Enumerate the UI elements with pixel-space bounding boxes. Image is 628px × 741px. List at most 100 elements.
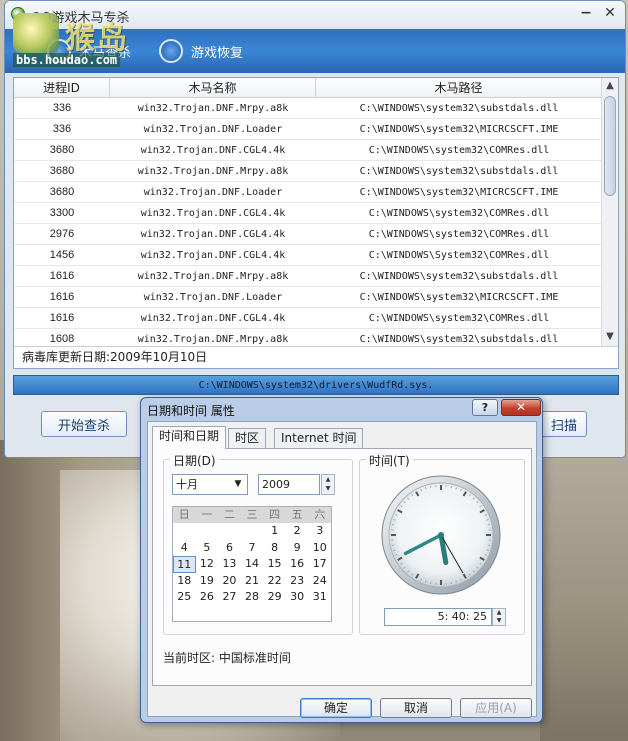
tab-internet-time[interactable]: Internet 时间 [274,428,364,448]
calendar-day[interactable]: 17 [308,556,331,573]
calendar-week: 11 12 13 14 15 16 17 [173,556,331,573]
time-group-label: 时间(T) [366,452,413,469]
calendar-day[interactable]: 28 [241,589,264,606]
minimize-button[interactable]: − [575,3,597,23]
calendar-day[interactable]: 10 [308,540,331,557]
calendar-week [173,606,331,623]
cell-pid: 3680 [49,144,75,156]
table-row[interactable]: 3680 win32.Trojan.DNF.Mrpy.a8k C:\WINDOWS\… [14,161,602,182]
calendar-day[interactable]: 6 [218,540,241,557]
cell-pid: 336 [52,123,72,135]
app-titlebar[interactable]: QQ游戏木马专杀 − ✕ [5,1,625,29]
ok-button[interactable]: 确定 [300,698,372,718]
table-row[interactable]: 336 win32.Trojan.DNF.Mrpy.a8k C:\WINDOWS\s… [14,98,602,119]
column-header-path[interactable]: 木马路径 [316,78,602,98]
calendar-day[interactable]: 21 [241,573,264,590]
calendar-day[interactable]: 26 [196,589,219,606]
chevron-down-icon: ▼ [234,479,242,489]
trojan-killer-window: QQ游戏木马专杀 − ✕ 木马查杀 游戏恢复 猴岛 bbs.houdao.com… [4,0,626,458]
app-toolbar: 木马查杀 游戏恢复 [5,29,625,73]
calendar-day[interactable]: 22 [263,573,286,590]
weekday-label: 五 [291,508,303,521]
spin-down-icon[interactable]: ▼ [493,617,505,625]
calendar-day[interactable]: 30 [286,589,309,606]
calendar-day[interactable]: 11 [173,556,196,573]
cell-name: win32.Trojan.DNF.Loader [143,187,283,198]
calendar-day[interactable]: 29 [263,589,286,606]
calendar-day[interactable]: 16 [286,556,309,573]
table-row[interactable]: 1616 win32.Trojan.DNF.Loader C:\WINDOWS\sy… [14,287,602,308]
calendar-day [241,606,264,623]
calendar-day [173,606,196,623]
scan-button[interactable]: 扫描 [541,411,587,437]
close-button[interactable]: ✕ [599,3,621,23]
calendar-day[interactable]: 1 [263,523,286,540]
calendar-day[interactable]: 3 [308,523,331,540]
analog-clock [381,475,501,595]
calendar-day[interactable]: 13 [218,556,241,573]
table-row[interactable]: 3680 win32.Trojan.DNF.Loader C:\WINDOWS\sy… [14,182,602,203]
help-button[interactable]: ? [472,399,498,416]
calendar-day[interactable]: 12 [196,556,219,573]
calendar-day[interactable]: 9 [286,540,309,557]
table-body: 336 win32.Trojan.DNF.Mrpy.a8k C:\WINDOWS\s… [14,98,602,346]
calendar-day[interactable]: 5 [196,540,219,557]
calendar-day[interactable]: 19 [196,573,219,590]
table-row[interactable]: 3680 win32.Trojan.DNF.CGL4.4k C:\WINDOWS\s… [14,140,602,161]
dialog-close-button[interactable]: ✕ [501,399,541,416]
table-row[interactable]: 3300 win32.Trojan.DNF.CGL4.4k C:\WINDOWS\s… [14,203,602,224]
column-header-pid[interactable]: 进程ID [14,78,110,98]
table-row[interactable]: 1616 win32.Trojan.DNF.Mrpy.a8k C:\WINDOWS\… [14,266,602,287]
calendar-day[interactable]: 7 [241,540,264,557]
cell-name: win32.Trojan.DNF.Mrpy.a8k [137,334,289,345]
year-stepper[interactable]: ▲ ▼ [321,474,335,495]
calendar-day[interactable]: 25 [173,589,196,606]
spin-up-icon[interactable]: ▲ [493,609,505,617]
table-scrollbar[interactable]: ▲ ▼ [601,78,618,346]
cancel-button[interactable]: 取消 [380,698,452,718]
calendar-day [196,606,219,623]
tab-game-restore[interactable]: 游戏恢复 [159,37,243,65]
calendar-day[interactable]: 18 [173,573,196,590]
cell-path: C:\WINDOWS\system32\substdals.dll [359,334,559,345]
cell-pid: 1616 [49,312,75,324]
month-select[interactable]: 十月 ▼ [172,474,248,495]
calendar-day[interactable]: 8 [263,540,286,557]
calendar-day[interactable]: 31 [308,589,331,606]
column-header-name[interactable]: 木马名称 [110,78,316,98]
scroll-down-icon[interactable]: ▼ [602,329,618,345]
table-row[interactable]: 336 win32.Trojan.DNF.Loader C:\WINDOWS\sys… [14,119,602,140]
calendar-day[interactable]: 4 [173,540,196,557]
datetime-dialog: 日期和时间 属性 ? ✕ 时间和日期 时区 Internet 时间 日期(D) … [140,397,543,723]
calendar-day[interactable]: 20 [218,573,241,590]
cell-name: win32.Trojan.DNF.CGL4.4k [140,145,286,156]
table-row[interactable]: 1608 win32.Trojan.DNF.Mrpy.a8k C:\WINDOWS\… [14,329,602,346]
cell-path: C:\WINDOWS\system32\COMRes.dll [368,145,550,156]
calendar-day[interactable]: 27 [218,589,241,606]
calendar-day[interactable]: 23 [286,573,309,590]
timezone-label: 当前时区: 中国标准时间 [163,651,291,665]
magnifier-icon [47,39,71,63]
tab-timezone[interactable]: 时区 [228,428,267,448]
apply-button[interactable]: 应用(A) [460,698,532,718]
tab-date-time[interactable]: 时间和日期 [152,426,227,449]
calendar-week: 18 19 20 21 22 23 24 [173,573,331,590]
year-field[interactable]: 2009 [258,474,320,495]
table-row[interactable]: 2976 win32.Trojan.DNF.CGL4.4k C:\WINDOWS\s… [14,224,602,245]
start-scan-button[interactable]: 开始查杀 [41,411,127,437]
calendar-day[interactable]: 14 [241,556,264,573]
calendar-day[interactable]: 24 [308,573,331,590]
spin-down-icon[interactable]: ▼ [322,484,334,493]
calendar-day[interactable]: 2 [286,523,309,540]
cell-path: C:\WINDOWS\system32\substdals.dll [359,271,559,282]
scroll-up-icon[interactable]: ▲ [602,78,618,94]
table-row[interactable]: 1616 win32.Trojan.DNF.CGL4.4k C:\WINDOWS\s… [14,308,602,329]
table-row[interactable]: 1456 win32.Trojan.DNF.CGL4.4k C:\WINDOWS\S… [14,245,602,266]
spin-up-icon[interactable]: ▲ [322,475,334,484]
tab-trojan-scan[interactable]: 木马查杀 [47,37,131,65]
calendar-day [218,523,241,540]
scrollbar-thumb[interactable] [604,96,616,196]
time-field[interactable]: 5: 40: 25 [384,608,492,626]
time-stepper[interactable]: ▲ ▼ [492,608,506,626]
calendar-day[interactable]: 15 [263,556,286,573]
